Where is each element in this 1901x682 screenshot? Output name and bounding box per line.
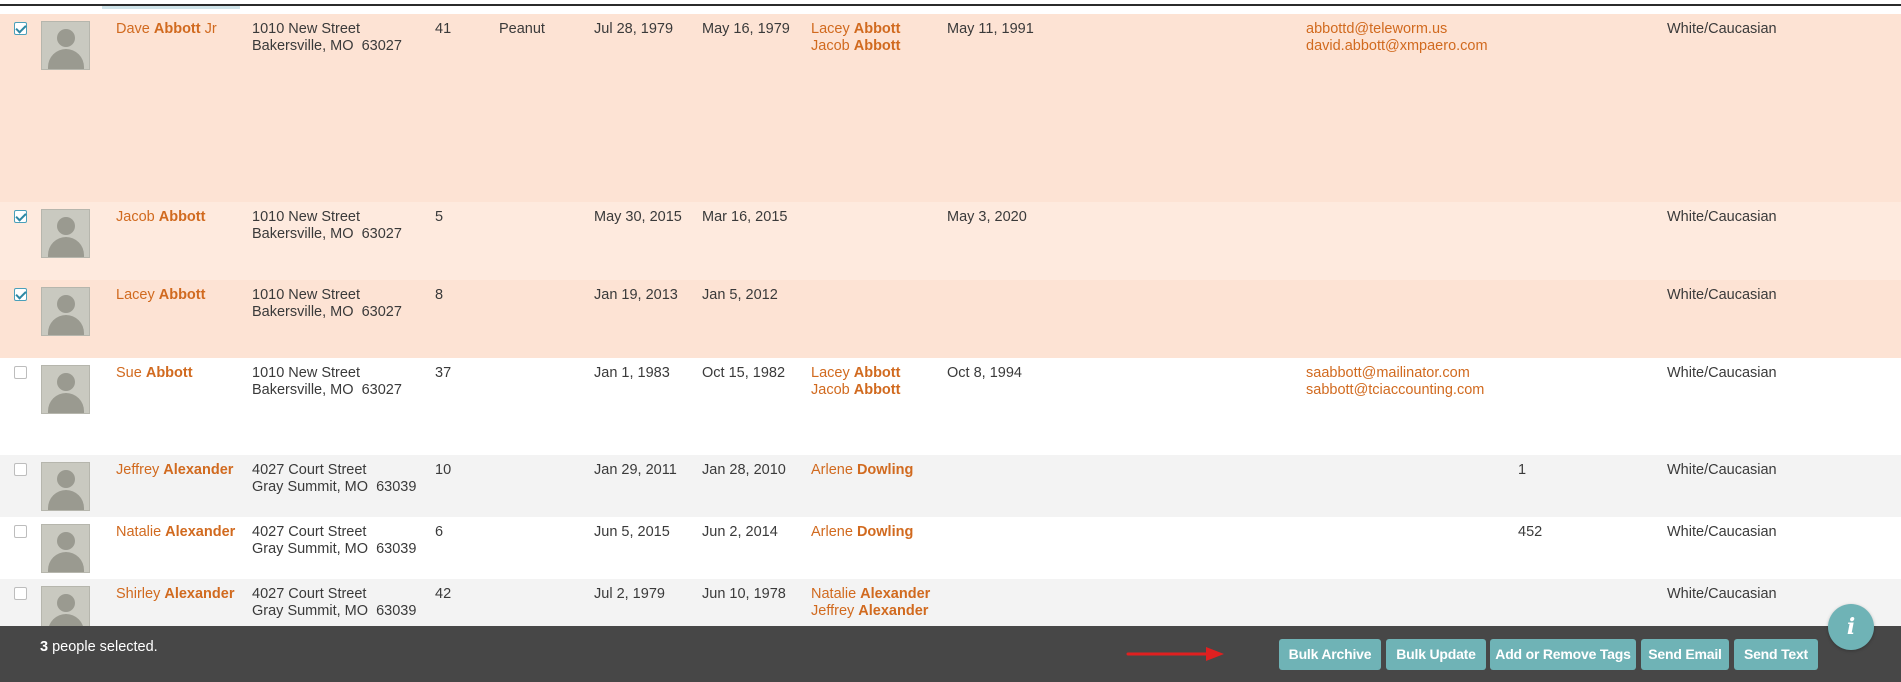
- selected-count-text: 3 people selected.: [40, 639, 158, 655]
- address: 1010 New Street Bakersville, MO 63027: [252, 209, 402, 242]
- table-row[interactable]: Jeffrey Alexander 4027 Court Street Gray …: [0, 455, 1901, 517]
- relation-link[interactable]: Jacob Abbott: [811, 382, 900, 399]
- table-row[interactable]: Lacey Abbott 1010 New Street Bakersville,…: [0, 280, 1901, 358]
- table-row[interactable]: Natalie Alexander 4027 Court Street Gray …: [0, 517, 1901, 579]
- birth-date: May 30, 2015: [594, 209, 682, 225]
- age: 6: [435, 524, 444, 540]
- start-date: Mar 16, 2015: [702, 209, 788, 225]
- nickname: Peanut: [499, 21, 545, 37]
- red-arrow-right-icon: [1126, 647, 1224, 661]
- birth-date: Jan 29, 2011: [594, 462, 677, 478]
- event-date: Oct 8, 1994: [947, 365, 1022, 381]
- send-text-button[interactable]: Send Text: [1734, 639, 1818, 670]
- person-name-link[interactable]: Sue Abbott: [116, 365, 193, 382]
- event-date: May 11, 1991: [947, 21, 1034, 37]
- birth-date: Jan 19, 2013: [594, 287, 678, 303]
- avatar[interactable]: [41, 365, 90, 414]
- age: 41: [435, 21, 452, 37]
- address: 1010 New Street Bakersville, MO 63027: [252, 365, 402, 398]
- relation-link[interactable]: Jeffrey Alexander: [811, 603, 930, 620]
- table-top-border: [0, 4, 1901, 6]
- table-row[interactable]: Dave Abbott Jr 1010 New Street Bakersvill…: [0, 14, 1901, 202]
- start-date: May 16, 1979: [702, 21, 790, 37]
- age: 37: [435, 365, 452, 381]
- add-remove-tags-button[interactable]: Add or Remove Tags: [1490, 639, 1636, 670]
- table-row[interactable]: Jacob Abbott 1010 New Street Bakersville,…: [0, 202, 1901, 280]
- start-date: Jun 10, 1978: [702, 586, 786, 602]
- person-name-link[interactable]: Dave Abbott Jr: [116, 21, 217, 38]
- person-name-link[interactable]: Shirley Alexander: [116, 586, 234, 603]
- ethnicity: White/Caucasian: [1667, 586, 1777, 602]
- start-date: Jan 28, 2010: [702, 462, 786, 478]
- bulk-action-bar: 3 people selected. Bulk Archive Bulk Upd…: [0, 626, 1901, 682]
- relation-link[interactable]: Arlene Dowling: [811, 524, 913, 541]
- relations: Arlene Dowling: [811, 462, 913, 479]
- birth-date: Jun 5, 2015: [594, 524, 670, 540]
- birth-date: Jan 1, 1983: [594, 365, 670, 381]
- ethnicity: White/Caucasian: [1667, 462, 1777, 478]
- relation-link[interactable]: Natalie Alexander: [811, 586, 930, 603]
- email-link[interactable]: david.abbott@xmpaero.com: [1306, 38, 1488, 55]
- column-header-accent: [102, 6, 240, 9]
- relations: Natalie Alexander Jeffrey Alexander: [811, 586, 930, 620]
- relations: Lacey Abbott Jacob Abbott: [811, 365, 900, 399]
- number: 452: [1518, 524, 1543, 540]
- age: 10: [435, 462, 452, 478]
- number: 1: [1518, 462, 1527, 478]
- birth-date: Jul 2, 1979: [594, 586, 665, 602]
- birth-date: Jul 28, 1979: [594, 21, 674, 37]
- emails: abbottd@teleworm.us david.abbott@xmpaero…: [1306, 21, 1488, 55]
- send-email-button[interactable]: Send Email: [1641, 639, 1729, 670]
- age: 8: [435, 287, 444, 303]
- age: 5: [435, 209, 444, 225]
- email-link[interactable]: sabbott@tciaccounting.com: [1306, 382, 1484, 399]
- address: 4027 Court Street Gray Summit, MO 63039: [252, 524, 417, 557]
- relations: Arlene Dowling: [811, 524, 913, 541]
- relation-link[interactable]: Jacob Abbott: [811, 38, 900, 55]
- row-checkbox[interactable]: [14, 210, 27, 223]
- ethnicity: White/Caucasian: [1667, 209, 1777, 225]
- address: 1010 New Street Bakersville, MO 63027: [252, 21, 402, 54]
- ethnicity: White/Caucasian: [1667, 524, 1777, 540]
- person-name-link[interactable]: Jacob Abbott: [116, 209, 205, 226]
- row-checkbox[interactable]: [14, 288, 27, 301]
- relation-link[interactable]: Arlene Dowling: [811, 462, 913, 479]
- avatar[interactable]: [41, 21, 90, 70]
- relations: Lacey Abbott Jacob Abbott: [811, 21, 900, 55]
- bulk-update-button[interactable]: Bulk Update: [1386, 639, 1486, 670]
- address: 1010 New Street Bakersville, MO 63027: [252, 287, 402, 320]
- start-date: Jan 5, 2012: [702, 287, 778, 303]
- ethnicity: White/Caucasian: [1667, 365, 1777, 381]
- email-link[interactable]: saabbott@mailinator.com: [1306, 365, 1484, 382]
- relation-link[interactable]: Lacey Abbott: [811, 21, 900, 38]
- start-date: Oct 15, 1982: [702, 365, 786, 381]
- person-name-link[interactable]: Natalie Alexander: [116, 524, 235, 541]
- avatar[interactable]: [41, 462, 90, 511]
- avatar[interactable]: [41, 209, 90, 258]
- person-name-link[interactable]: Jeffrey Alexander: [116, 462, 233, 479]
- relation-link[interactable]: Lacey Abbott: [811, 365, 900, 382]
- event-date: May 3, 2020: [947, 209, 1027, 225]
- info-icon[interactable]: i: [1828, 604, 1874, 650]
- person-name-link[interactable]: Lacey Abbott: [116, 287, 205, 304]
- row-checkbox[interactable]: [14, 587, 27, 600]
- table-row[interactable]: Sue Abbott 1010 New Street Bakersville, M…: [0, 358, 1901, 455]
- row-checkbox[interactable]: [14, 463, 27, 476]
- row-checkbox[interactable]: [14, 525, 27, 538]
- age: 42: [435, 586, 452, 602]
- people-table: Dave Abbott Jr 1010 New Street Bakersvill…: [0, 14, 1901, 646]
- start-date: Jun 2, 2014: [702, 524, 778, 540]
- avatar[interactable]: [41, 287, 90, 336]
- address: 4027 Court Street Gray Summit, MO 63039: [252, 462, 417, 495]
- row-checkbox[interactable]: [14, 22, 27, 35]
- avatar[interactable]: [41, 524, 90, 573]
- bulk-archive-button[interactable]: Bulk Archive: [1279, 639, 1381, 670]
- ethnicity: White/Caucasian: [1667, 287, 1777, 303]
- ethnicity: White/Caucasian: [1667, 21, 1777, 37]
- row-checkbox[interactable]: [14, 366, 27, 379]
- emails: saabbott@mailinator.com sabbott@tciaccou…: [1306, 365, 1484, 399]
- address: 4027 Court Street Gray Summit, MO 63039: [252, 586, 417, 619]
- email-link[interactable]: abbottd@teleworm.us: [1306, 21, 1488, 38]
